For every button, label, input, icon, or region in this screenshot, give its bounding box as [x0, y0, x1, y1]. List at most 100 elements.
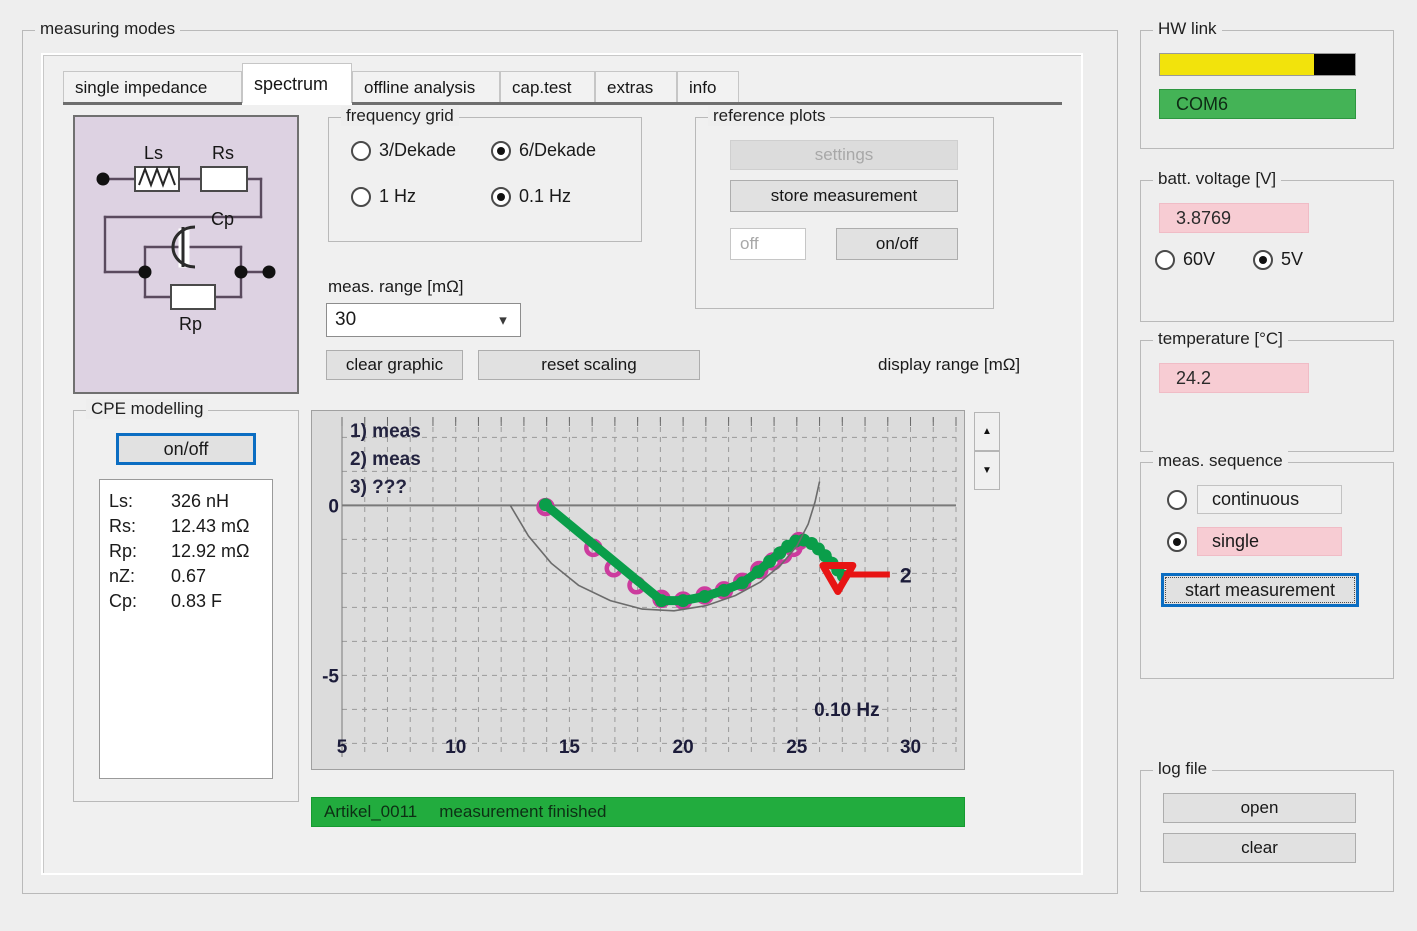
svg-text:3) ???: 3) ??? — [350, 477, 407, 498]
radio-icon — [351, 186, 371, 207]
cpe-key: Cp: — [109, 591, 138, 611]
tab-label: extras — [607, 78, 654, 97]
svg-text:0.10 Hz: 0.10 Hz — [814, 700, 879, 721]
radio-5v[interactable]: 5V — [1253, 249, 1303, 270]
cpe-onoff-button[interactable]: on/off — [116, 433, 256, 465]
log-file-legend: log file — [1153, 759, 1213, 779]
svg-text:-5: -5 — [322, 666, 339, 687]
radio-continuous[interactable]: continuous — [1167, 485, 1342, 514]
cpe-modelling-legend: CPE modelling — [86, 399, 209, 419]
radio-0p1-hz[interactable]: 0.1 Hz — [491, 186, 571, 207]
radio-single[interactable]: single — [1167, 527, 1342, 556]
reference-plots-legend: reference plots — [708, 106, 831, 126]
continuous-label: continuous — [1197, 485, 1342, 514]
radio-6-per-dekade[interactable]: 6/Dekade — [491, 140, 596, 161]
cpe-value-row: nZ: 0.67 — [109, 564, 272, 589]
meas-range-value: 30 — [335, 309, 357, 330]
reference-plots-group: reference plots settings store measureme… — [695, 106, 994, 309]
frequency-grid-group: frequency grid 3/Dekade 6/Dekade 1 Hz 0.… — [328, 106, 642, 242]
meas-range-select[interactable]: 30 ▾ — [326, 303, 521, 337]
tab-info[interactable]: info — [677, 71, 739, 103]
radio-label: 0.1 Hz — [519, 186, 572, 206]
cpe-value-row: Rp: 12.92 mΩ — [109, 539, 272, 564]
svg-text:2) meas: 2) meas — [350, 449, 421, 470]
svg-text:20: 20 — [673, 737, 694, 758]
tab-label: cap.test — [512, 78, 572, 97]
cpe-key: Rs: — [109, 516, 136, 536]
batt-voltage-legend: batt. voltage [V] — [1153, 169, 1282, 189]
reference-onoff-button[interactable]: on/off — [836, 228, 958, 260]
log-open-button[interactable]: open — [1163, 793, 1356, 823]
log-file-group: log file open clear — [1140, 759, 1394, 892]
display-range-label: display range [mΩ] — [878, 355, 1021, 374]
temperature-legend: temperature [°C] — [1153, 329, 1288, 349]
equivalent-circuit-diagram: Ls Rs Cp Rp — [73, 115, 299, 394]
reset-scaling-button[interactable]: reset scaling — [478, 350, 700, 380]
reference-state-field: off — [730, 228, 806, 260]
hw-link-progress-fill — [1160, 54, 1315, 75]
tab-single-impedance[interactable]: single impedance — [63, 71, 242, 103]
cpe-modelling-group: CPE modelling on/off Ls: 326 nH Rs: 12.4… — [73, 399, 299, 802]
radio-icon — [491, 140, 511, 161]
svg-text:Ls: Ls — [144, 143, 163, 163]
tab-offline-analysis[interactable]: offline analysis — [352, 71, 500, 103]
button-label: clear — [1241, 838, 1278, 857]
status-message: measurement finished — [439, 802, 607, 821]
log-clear-button[interactable]: clear — [1163, 833, 1356, 863]
radio-label: 1 Hz — [379, 186, 417, 206]
tab-spectrum[interactable]: spectrum — [242, 63, 352, 103]
cpe-values-panel: Ls: 326 nH Rs: 12.43 mΩ Rp: 12.92 mΩ nZ:… — [99, 479, 273, 779]
svg-text:30: 30 — [900, 737, 921, 758]
svg-text:5: 5 — [337, 737, 348, 758]
radio-label: 3/Dekade — [379, 140, 457, 160]
tab-label: info — [689, 78, 717, 97]
cpe-value: 0.67 — [171, 566, 207, 586]
radio-label: 6/Dekade — [519, 140, 597, 160]
tab-extras[interactable]: extras — [595, 71, 677, 103]
meas-sequence-legend: meas. sequence — [1153, 451, 1288, 471]
meas-sequence-group: meas. sequence continuous single start m… — [1140, 451, 1394, 679]
radio-60v[interactable]: 60V — [1155, 249, 1215, 270]
cpe-value: 326 nH — [171, 491, 230, 511]
hw-link-legend: HW link — [1153, 19, 1222, 39]
spinner-up-arrow[interactable]: ▲ — [974, 412, 1000, 451]
status-article-name: Artikel_0011 — [324, 802, 418, 821]
clear-graphic-button[interactable]: clear graphic — [326, 350, 463, 380]
reference-state-value: off — [740, 234, 759, 253]
button-label: reset scaling — [541, 355, 637, 374]
store-measurement-button[interactable]: store measurement — [730, 180, 958, 212]
radio-3-per-dekade[interactable]: 3/Dekade — [351, 140, 456, 161]
tab-page-spectrum: Ls Rs Cp Rp frequency grid 3/Dekade 6/De… — [63, 105, 1062, 845]
cpe-value: 12.92 mΩ — [171, 541, 250, 561]
svg-text:Rs: Rs — [212, 143, 234, 163]
cpe-value: 0.83 F — [171, 591, 223, 611]
measuring-modes-legend: measuring modes — [35, 19, 181, 39]
chevron-down-icon: ▾ — [499, 312, 507, 329]
measuring-modes-group: measuring modes single impedance spectru… — [22, 19, 1118, 894]
cpe-key: Rp: — [109, 541, 138, 561]
tab-cap-test[interactable]: cap.test — [500, 71, 595, 103]
plot-range-spinner[interactable]: ▲ ▼ — [974, 412, 1000, 492]
button-label: clear graphic — [345, 355, 444, 374]
batt-voltage-reading: 3.8769 — [1176, 207, 1232, 228]
tab-label: spectrum — [254, 74, 329, 94]
measuring-modes-inner-panel: single impedance spectrum offline analys… — [41, 53, 1083, 875]
nyquist-plot[interactable]: 5 10 15 20 25 30 -5 0 1) meas 2) meas 3) ??? 0.10 H… — [311, 410, 965, 770]
svg-text:2: 2 — [900, 565, 912, 588]
radio-1-hz[interactable]: 1 Hz — [351, 186, 416, 207]
start-measurement-button[interactable]: start measurement — [1161, 573, 1359, 607]
spinner-down-arrow[interactable]: ▼ — [974, 451, 1000, 490]
radio-icon — [491, 186, 511, 207]
temperature-reading: 24.2 — [1176, 367, 1212, 388]
button-label: open — [1240, 798, 1279, 817]
svg-text:0: 0 — [328, 496, 339, 517]
radio-label: 5V — [1281, 249, 1304, 269]
cpe-value-row: Rs: 12.43 mΩ — [109, 514, 272, 539]
focus-outline — [1165, 577, 1355, 603]
radio-label: 60V — [1183, 249, 1216, 269]
tab-label: offline analysis — [364, 78, 476, 97]
radio-icon — [1167, 489, 1187, 510]
hw-link-group: HW link COM6 — [1140, 19, 1394, 149]
settings-button[interactable]: settings — [730, 140, 958, 170]
single-label: single — [1197, 527, 1342, 556]
